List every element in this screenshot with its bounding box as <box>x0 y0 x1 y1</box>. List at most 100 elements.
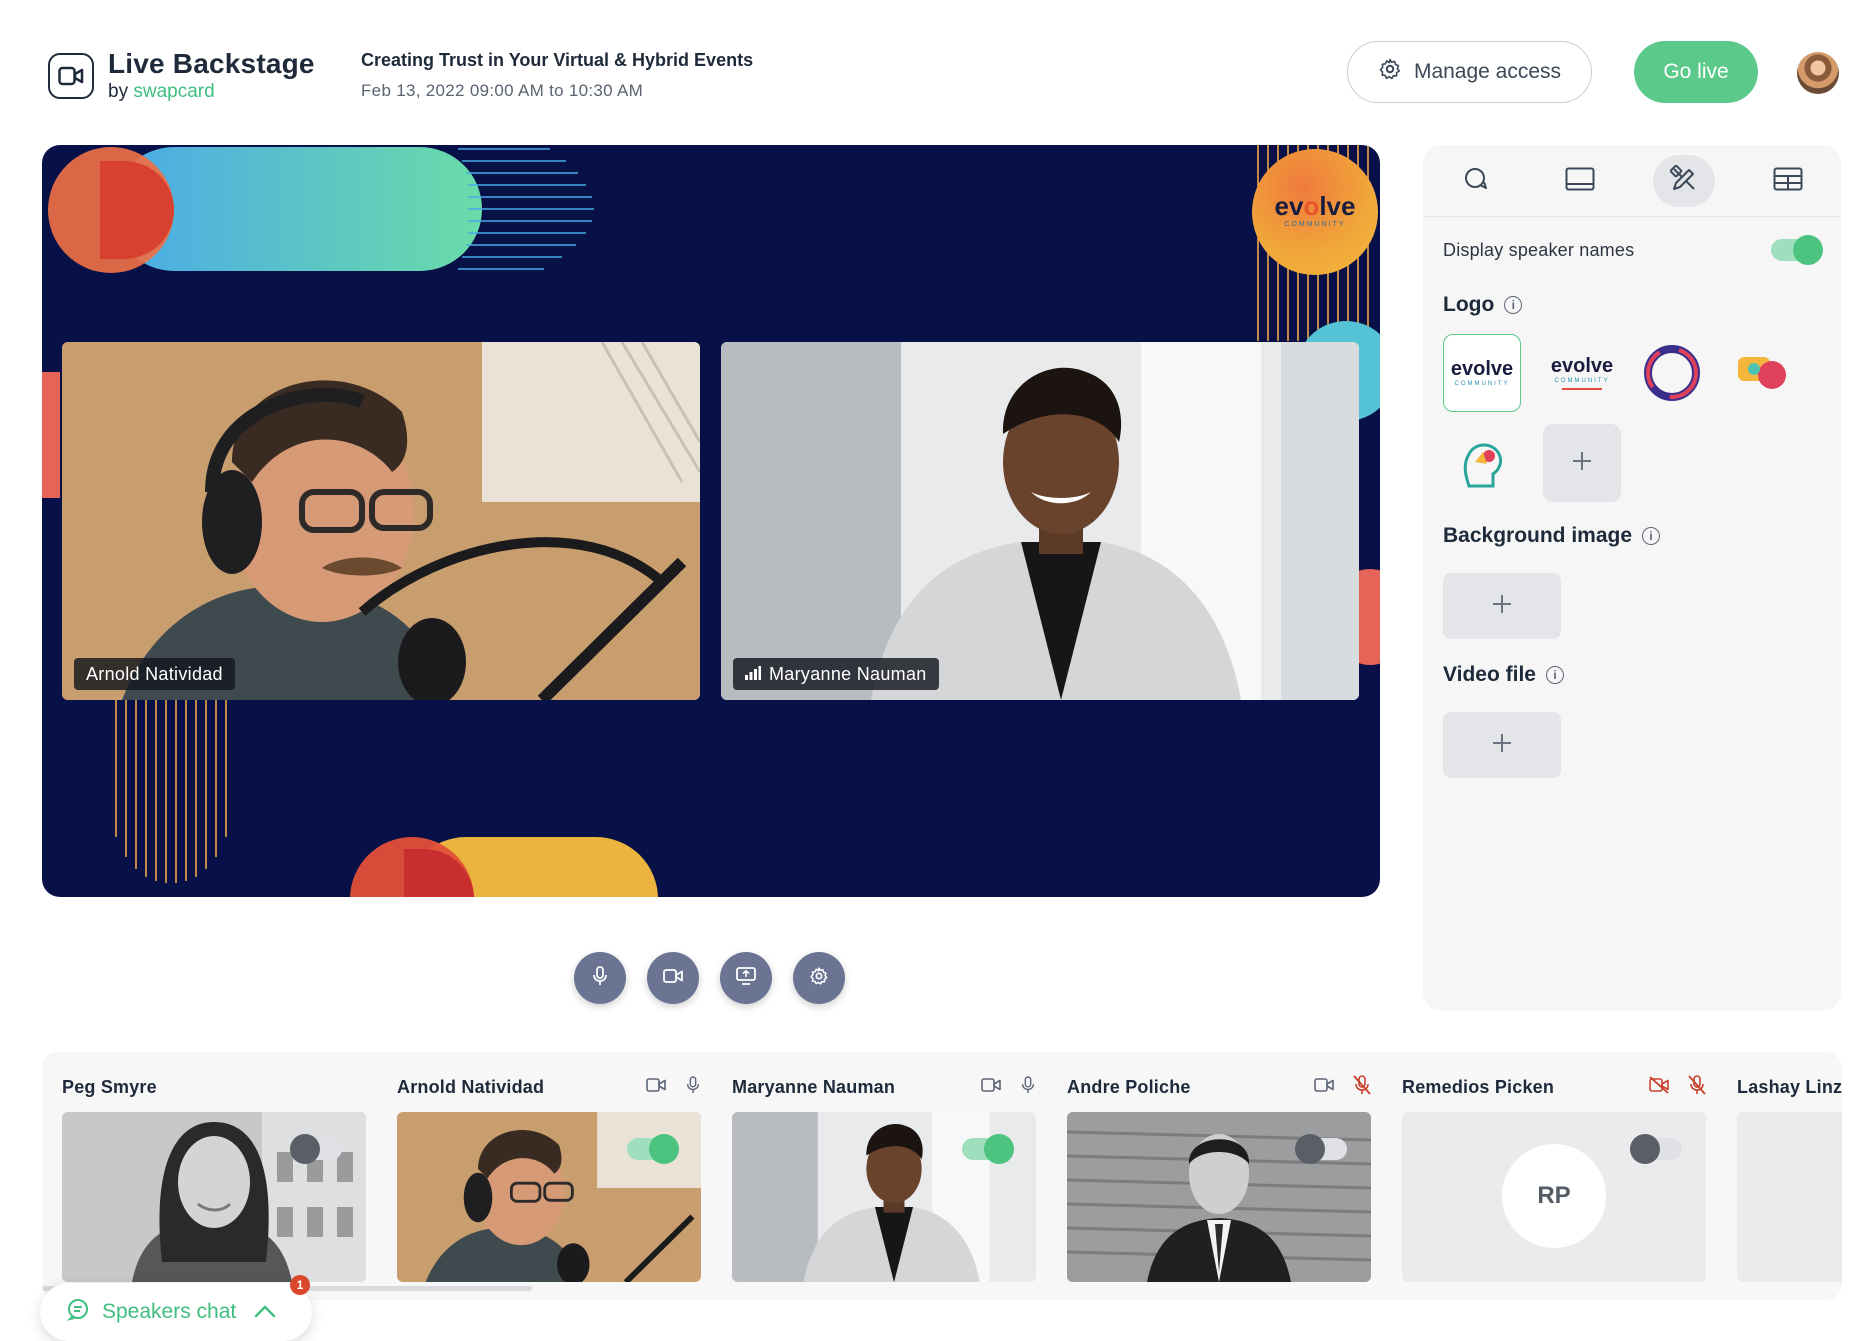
camera-icon[interactable] <box>645 1077 667 1098</box>
background-image-section-title: Background image i <box>1443 524 1661 548</box>
speaker-name-tag: Maryanne Nauman <box>733 658 939 690</box>
speaker-card: Peg Smyre <box>62 1072 366 1282</box>
decor-lines-top <box>458 148 594 270</box>
stage-logo-sub: COMMUNITY <box>1284 220 1346 228</box>
speaker-card: Remedios Picken RP <box>1402 1072 1706 1282</box>
speaker-card-name: Lashay Linz <box>1737 1076 1842 1097</box>
speaker-thumbnail[interactable] <box>62 1112 366 1282</box>
decor-lines-bottom <box>115 697 227 883</box>
camera-icon[interactable] <box>1313 1077 1335 1098</box>
stage-speaker-tile[interactable]: Arnold Natividad <box>62 342 700 700</box>
stage-speaker-tile[interactable]: Maryanne Nauman <box>721 342 1359 700</box>
camera-icon <box>663 968 683 989</box>
display-speaker-names-label: Display speaker names <box>1443 239 1635 260</box>
speaker-thumbnail[interactable] <box>1067 1112 1371 1282</box>
speaker-thumbnail[interactable] <box>732 1112 1036 1282</box>
speaker-stage-toggle[interactable] <box>290 1134 342 1164</box>
speaker-card-name: Arnold Natividad <box>397 1076 545 1097</box>
speakers-chat-label: Speakers chat <box>102 1300 237 1323</box>
speaker-card-name: Remedios Picken <box>1402 1076 1555 1097</box>
layout-icon <box>1773 167 1803 196</box>
chat-bubble-icon <box>66 1297 90 1327</box>
panel-tabs <box>1423 145 1841 217</box>
microphone-icon <box>591 965 609 991</box>
unread-badge: 1 <box>290 1275 310 1295</box>
display-icon <box>1565 167 1595 196</box>
speaker-stage-toggle[interactable] <box>627 1134 679 1164</box>
plus-icon <box>1491 732 1513 759</box>
chat-icon <box>1462 166 1490 197</box>
event-title: Creating Trust in Your Virtual & Hybrid … <box>361 50 754 70</box>
design-icon <box>1669 164 1698 198</box>
logo-option-selected[interactable]: evolve COMMUNITY <box>1443 334 1521 412</box>
brand-subtitle: by swapcard <box>108 81 215 102</box>
camera-icon[interactable] <box>980 1077 1002 1098</box>
logo-option-sub: COMMUNITY <box>1454 381 1510 387</box>
plus-icon <box>1571 450 1593 477</box>
tab-design[interactable] <box>1653 155 1715 207</box>
speaker-name: Maryanne Nauman <box>769 663 927 684</box>
settings-button[interactable] <box>793 952 845 1004</box>
add-background-image-button[interactable] <box>1443 573 1561 639</box>
microphone-off-icon[interactable] <box>1688 1074 1706 1100</box>
speakers-strip: Peg Smyre Arnold Natividad Maryanne Naum… <box>42 1052 1842 1300</box>
speaker-video-arnold <box>62 342 700 700</box>
microphone-off-icon[interactable] <box>1353 1074 1371 1100</box>
speaker-thumbnail[interactable] <box>1737 1112 1842 1282</box>
speaker-card: Maryanne Nauman <box>732 1072 1036 1282</box>
add-logo-button[interactable] <box>1543 424 1621 502</box>
decor-coral-bar-left <box>42 372 60 498</box>
logo-option-head[interactable] <box>1443 424 1521 502</box>
screen-share-icon <box>736 966 756 990</box>
display-speaker-names-toggle[interactable] <box>1771 235 1823 265</box>
screen-share-button[interactable] <box>720 952 772 1004</box>
speakers-chat-button[interactable]: Speakers chat 1 <box>40 1275 312 1341</box>
info-icon[interactable]: i <box>1642 527 1661 545</box>
add-video-file-button[interactable] <box>1443 712 1561 778</box>
speaker-video-maryanne <box>721 342 1359 700</box>
tab-display[interactable] <box>1549 155 1611 207</box>
video-camera-icon <box>48 52 94 99</box>
speaker-thumbnail[interactable] <box>397 1112 701 1282</box>
logo-option-chat-bubbles[interactable] <box>1723 334 1801 412</box>
microphone-icon[interactable] <box>685 1075 701 1100</box>
stage-logo-text-o: o <box>1303 190 1320 221</box>
speaker-card-name: Peg Smyre <box>62 1076 157 1097</box>
info-icon[interactable]: i <box>1504 296 1523 314</box>
user-avatar[interactable] <box>1797 52 1839 94</box>
brand: Live Backstage by swapcard <box>48 50 315 101</box>
chevron-up-icon <box>254 1300 276 1324</box>
manage-access-label: Manage access <box>1413 60 1562 83</box>
camera-off-icon[interactable] <box>1648 1075 1670 1099</box>
tab-chat[interactable] <box>1445 155 1507 207</box>
go-live-button[interactable]: Go live <box>1634 41 1758 103</box>
brand-title: Live Backstage <box>108 48 315 79</box>
stage-logo-text-b: lve <box>1319 190 1356 221</box>
logo-option-sub: COMMUNITY <box>1554 378 1610 384</box>
speaker-stage-toggle[interactable] <box>1295 1134 1347 1164</box>
info-icon[interactable]: i <box>1545 666 1564 684</box>
speaker-initials-avatar: RP <box>1502 1144 1606 1248</box>
stage-logo: evolve COMMUNITY <box>1252 149 1378 275</box>
stage-logo-text-a: ev <box>1274 190 1304 221</box>
stage-preview: evolve COMMUNITY Arnold Natividad Maryan… <box>42 145 1380 897</box>
display-speaker-names-row: Display speaker names <box>1443 235 1823 265</box>
speaker-stage-toggle[interactable] <box>1630 1134 1682 1164</box>
tab-layout[interactable] <box>1757 155 1819 207</box>
logo-option[interactable]: evolve COMMUNITY <box>1543 334 1621 412</box>
settings-icon <box>809 966 829 991</box>
gear-icon <box>1378 57 1402 87</box>
logo-option-text: evolve <box>1450 358 1514 380</box>
microphone-button[interactable] <box>574 952 626 1004</box>
speaker-thumbnail[interactable]: RP <box>1402 1112 1706 1282</box>
speaker-stage-toggle[interactable] <box>962 1134 1014 1164</box>
speaker-card: Lashay Linz <box>1737 1072 1842 1282</box>
camera-button[interactable] <box>647 952 699 1004</box>
microphone-icon[interactable] <box>1020 1075 1036 1100</box>
event-info: Creating Trust in Your Virtual & Hybrid … <box>361 50 753 101</box>
speaker-card-name: Andre Poliche <box>1067 1076 1191 1097</box>
logo-option-ring[interactable] <box>1633 334 1711 412</box>
speaker-name-tag: Arnold Natividad <box>74 658 235 690</box>
manage-access-button[interactable]: Manage access <box>1347 41 1592 103</box>
studio-settings-panel: Display speaker names Logo i evolve COMM… <box>1423 145 1841 1011</box>
